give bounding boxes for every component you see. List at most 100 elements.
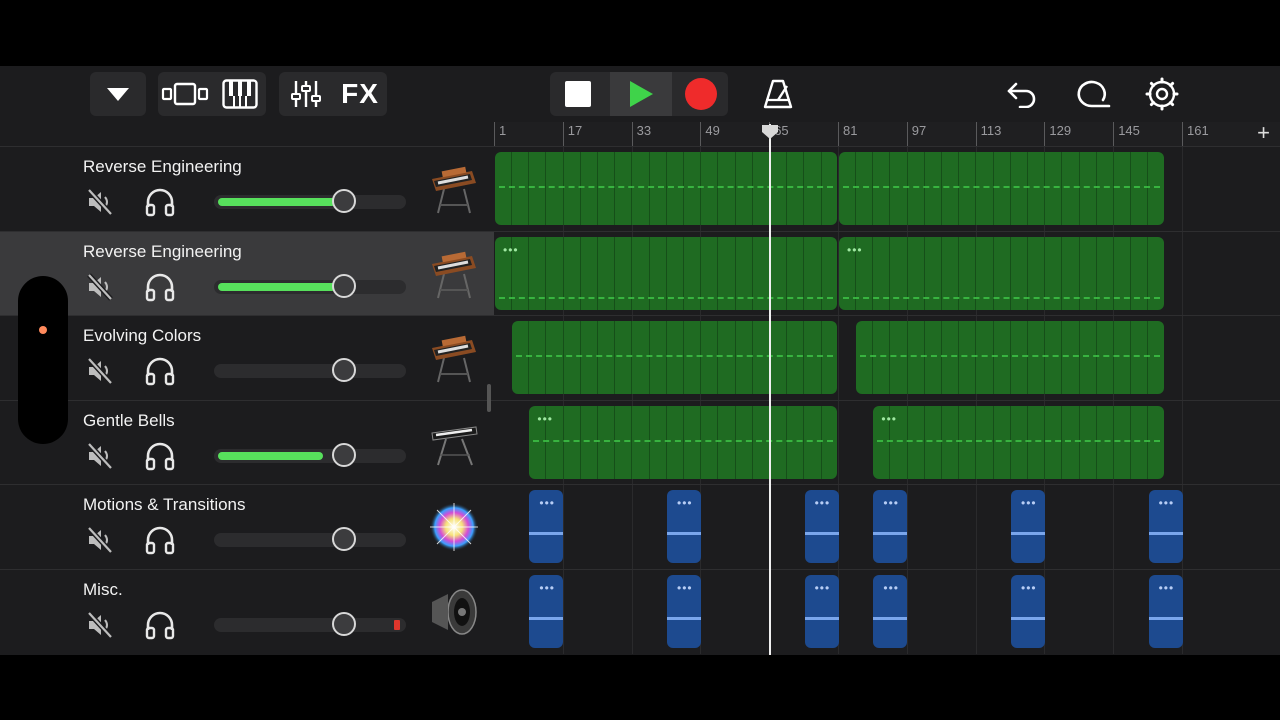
solo-button[interactable] bbox=[144, 187, 176, 222]
track-lane[interactable]: ••• ••• ••• ••• ••• ••• bbox=[494, 569, 1280, 654]
metronome-button[interactable] bbox=[756, 72, 800, 116]
track-header[interactable]: Evolving Colors bbox=[0, 315, 494, 400]
instrument-synth-keyboard-icon[interactable] bbox=[428, 246, 480, 302]
tracks-view-button[interactable] bbox=[158, 72, 212, 116]
audio-region[interactable]: ••• bbox=[529, 490, 564, 564]
region-more-icon[interactable]: ••• bbox=[503, 243, 519, 257]
undo-button[interactable] bbox=[1000, 72, 1044, 116]
mixer-button[interactable] bbox=[279, 72, 333, 116]
region-more-icon[interactable]: ••• bbox=[883, 496, 899, 510]
stop-button[interactable] bbox=[550, 72, 606, 116]
region-more-icon[interactable]: ••• bbox=[539, 496, 555, 510]
volume-slider-knob[interactable] bbox=[332, 189, 356, 213]
track-lane[interactable]: ••• ••• bbox=[494, 399, 1280, 485]
settings-button[interactable] bbox=[1140, 72, 1184, 116]
midi-region[interactable]: ••• bbox=[873, 405, 1164, 479]
audio-region[interactable]: ••• bbox=[1011, 575, 1045, 648]
mute-button[interactable] bbox=[86, 187, 114, 222]
volume-slider-knob[interactable] bbox=[332, 612, 356, 636]
browser-dropdown-button[interactable] bbox=[90, 72, 146, 116]
midi-region[interactable] bbox=[856, 321, 1164, 395]
tracks-area[interactable]: ••• ••• ••• ••• ••• ••• ••• ••• ••• ••• ••• ••• ••• •… bbox=[494, 146, 1280, 655]
region-more-icon[interactable]: ••• bbox=[1159, 581, 1175, 595]
mute-button[interactable] bbox=[86, 525, 114, 560]
midi-region[interactable] bbox=[512, 321, 837, 395]
audio-region[interactable]: ••• bbox=[667, 575, 701, 648]
audio-region[interactable]: ••• bbox=[873, 575, 908, 648]
audio-region[interactable]: ••• bbox=[873, 490, 908, 564]
region-more-icon[interactable]: ••• bbox=[537, 412, 553, 426]
volume-slider[interactable] bbox=[214, 442, 406, 467]
audio-region[interactable]: ••• bbox=[529, 575, 564, 648]
instrument-keyboard-stand-icon[interactable] bbox=[428, 415, 480, 471]
speaker-muted-icon bbox=[87, 272, 113, 301]
region-more-icon[interactable]: ••• bbox=[677, 496, 693, 510]
loop-browser-button[interactable] bbox=[1070, 72, 1114, 116]
volume-slider[interactable] bbox=[214, 189, 406, 213]
mute-button[interactable] bbox=[86, 610, 114, 645]
solo-button[interactable] bbox=[144, 441, 176, 476]
instrument-speaker-icon[interactable] bbox=[428, 584, 480, 640]
instrument-synth-keyboard-icon[interactable] bbox=[428, 330, 480, 386]
audio-region[interactable]: ••• bbox=[1011, 490, 1045, 564]
midi-region[interactable]: ••• bbox=[529, 405, 837, 479]
instrument-synth-keyboard-icon[interactable] bbox=[428, 161, 480, 217]
side-scrub-control[interactable] bbox=[18, 276, 68, 444]
audio-region[interactable]: ••• bbox=[804, 490, 839, 564]
track-header[interactable]: Motions & Transitions bbox=[0, 484, 494, 569]
volume-slider-knob[interactable] bbox=[332, 527, 356, 552]
volume-slider[interactable] bbox=[214, 358, 406, 383]
track-lane[interactable]: ••• ••• bbox=[494, 230, 1280, 316]
solo-button[interactable] bbox=[144, 356, 176, 391]
play-button[interactable] bbox=[610, 72, 672, 116]
volume-slider[interactable] bbox=[214, 612, 406, 636]
solo-button[interactable] bbox=[144, 272, 176, 307]
volume-slider-knob[interactable] bbox=[332, 358, 356, 383]
region-more-icon[interactable]: ••• bbox=[1021, 581, 1037, 595]
midi-region[interactable]: ••• bbox=[839, 236, 1164, 310]
track-header[interactable]: Misc. bbox=[0, 569, 494, 654]
region-more-icon[interactable]: ••• bbox=[815, 496, 831, 510]
track-header[interactable]: Reverse Engineering bbox=[0, 146, 494, 231]
add-section-button[interactable]: + bbox=[1257, 120, 1270, 146]
region-more-icon[interactable]: ••• bbox=[847, 243, 863, 257]
volume-slider[interactable] bbox=[214, 527, 406, 552]
record-button[interactable] bbox=[674, 72, 728, 116]
stop-icon bbox=[565, 81, 591, 107]
region-more-icon[interactable]: ••• bbox=[677, 581, 693, 595]
audio-region[interactable]: ••• bbox=[804, 575, 839, 648]
playhead-handle[interactable] bbox=[760, 124, 780, 140]
track-lane[interactable]: ••• ••• ••• ••• ••• ••• bbox=[494, 484, 1280, 570]
region-more-icon[interactable]: ••• bbox=[815, 581, 831, 595]
timeline-ruler[interactable]: 1 17 33 49 65 81 97 113 129 145 161 + bbox=[494, 120, 1280, 147]
fx-button[interactable]: FX bbox=[333, 72, 387, 116]
solo-button[interactable] bbox=[144, 610, 176, 645]
solo-button[interactable] bbox=[144, 525, 176, 560]
mute-button[interactable] bbox=[86, 356, 114, 391]
volume-slider-knob[interactable] bbox=[332, 273, 356, 298]
region-more-icon[interactable]: ••• bbox=[1021, 496, 1037, 510]
audio-region[interactable]: ••• bbox=[1148, 575, 1183, 648]
audio-region[interactable]: ••• bbox=[667, 490, 701, 564]
midi-region[interactable] bbox=[495, 152, 837, 225]
region-more-icon[interactable]: ••• bbox=[539, 581, 555, 595]
midi-region[interactable] bbox=[839, 152, 1164, 225]
region-more-icon[interactable]: ••• bbox=[883, 581, 899, 595]
keyboard-button[interactable] bbox=[214, 72, 266, 116]
region-more-icon[interactable]: ••• bbox=[881, 412, 897, 426]
midi-region[interactable]: ••• bbox=[495, 236, 837, 310]
mute-button[interactable] bbox=[86, 272, 114, 307]
header-scrollbar[interactable] bbox=[487, 384, 491, 412]
playhead[interactable] bbox=[769, 124, 772, 655]
track-lane[interactable] bbox=[494, 146, 1280, 231]
audio-region[interactable]: ••• bbox=[1148, 490, 1183, 564]
track-lane[interactable] bbox=[494, 315, 1280, 401]
mute-button[interactable] bbox=[86, 441, 114, 476]
synth-keyboard-icon bbox=[432, 335, 476, 383]
track-header[interactable]: Reverse Engineering bbox=[0, 230, 494, 316]
volume-slider-knob[interactable] bbox=[332, 442, 356, 467]
volume-slider[interactable] bbox=[214, 273, 406, 298]
track-header[interactable]: Gentle Bells bbox=[0, 399, 494, 485]
region-more-icon[interactable]: ••• bbox=[1159, 496, 1175, 510]
instrument-sparkle-burst-icon[interactable] bbox=[428, 499, 480, 555]
